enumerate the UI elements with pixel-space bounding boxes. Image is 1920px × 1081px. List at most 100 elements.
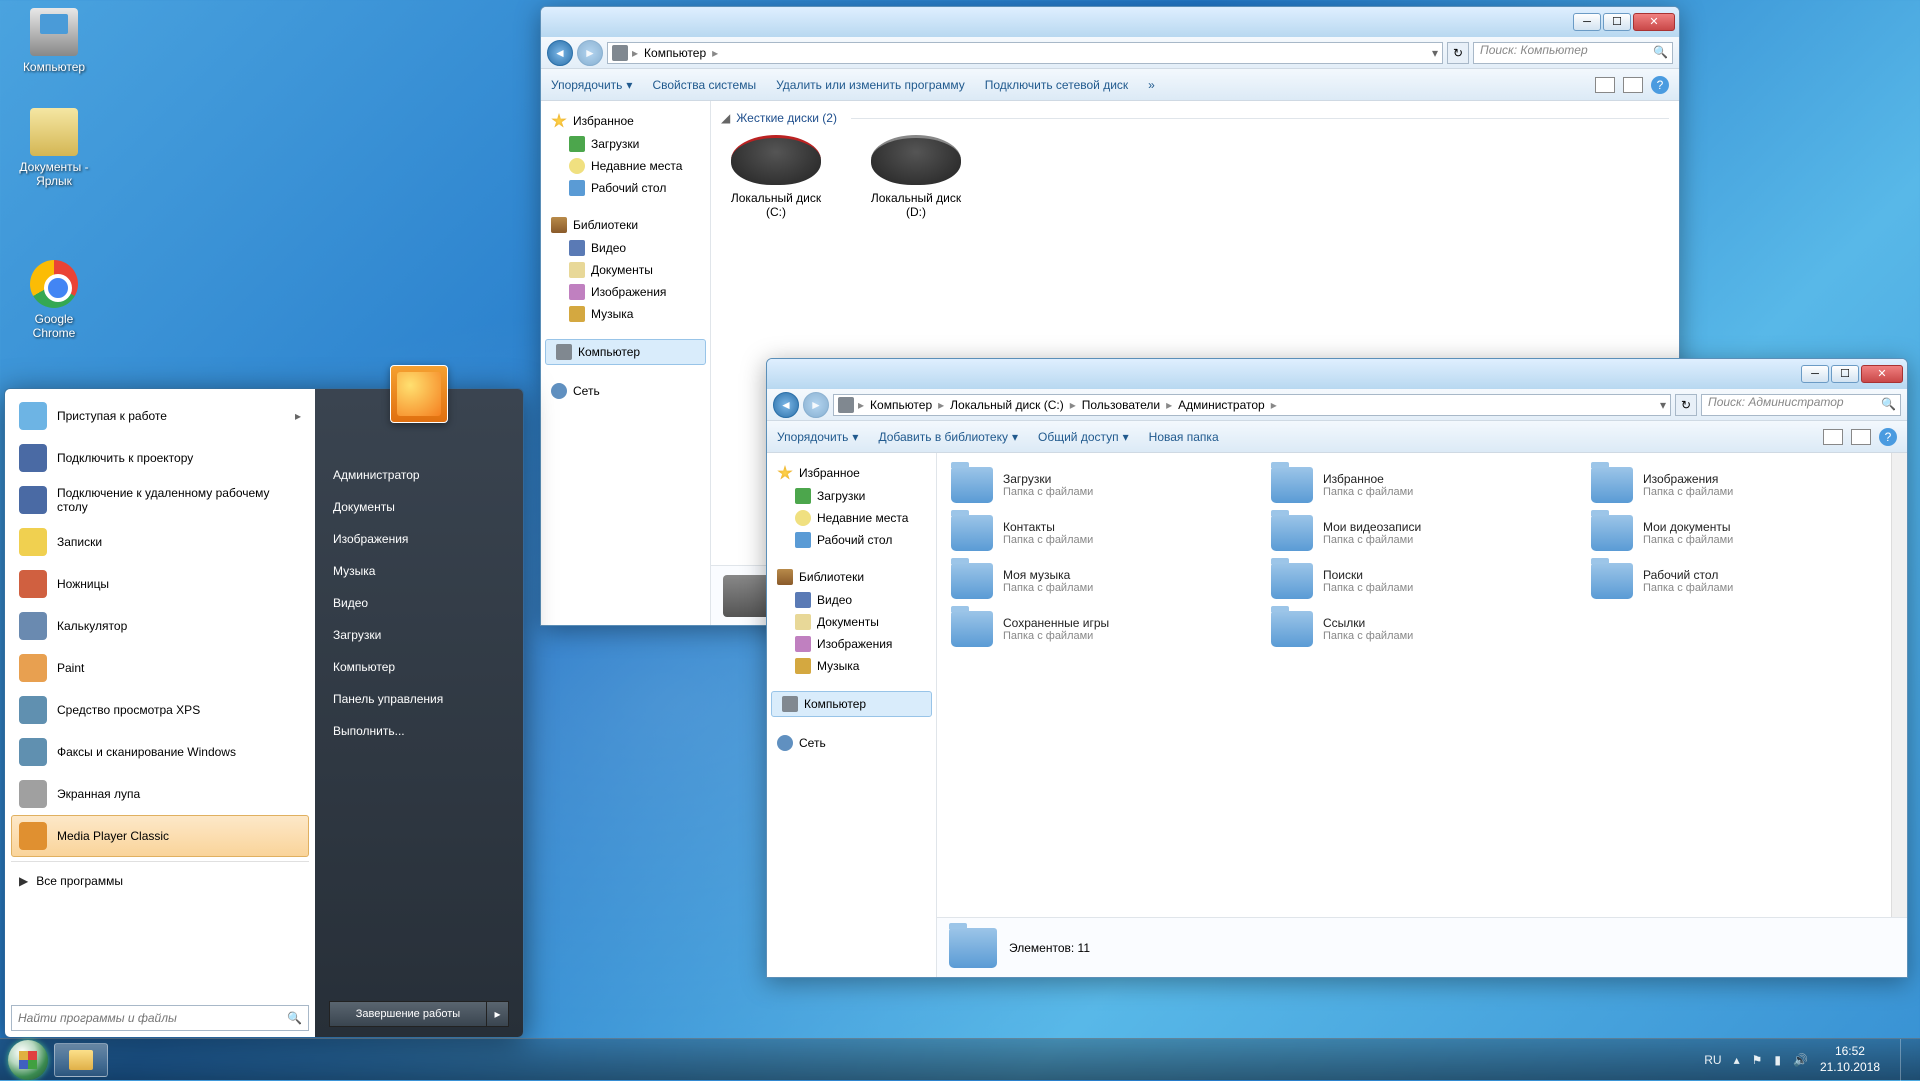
start-program[interactable]: Paint (11, 647, 309, 689)
sidebar-music[interactable]: Музыка (541, 303, 710, 325)
start-program[interactable]: Экранная лупа (11, 773, 309, 815)
map-drive-button[interactable]: Подключить сетевой диск (985, 78, 1128, 92)
folder-item[interactable]: Мои видеозаписиПапка с файлами (1267, 511, 1547, 555)
address-bar[interactable]: ▸ Компьютер▸ Локальный диск (C:)▸ Пользо… (833, 394, 1671, 416)
start-program[interactable]: Приступая к работе▸ (11, 395, 309, 437)
scrollbar[interactable] (1891, 453, 1907, 977)
sidebar-downloads[interactable]: Загрузки (767, 485, 936, 507)
show-hidden-icons[interactable]: ▴ (1734, 1053, 1740, 1067)
maximize-button[interactable]: ☐ (1831, 365, 1859, 383)
shutdown-options[interactable]: ▸ (487, 1001, 509, 1027)
drive-c[interactable]: Локальный диск (C:) (721, 135, 831, 219)
sidebar-images[interactable]: Изображения (541, 281, 710, 303)
folder-item[interactable]: ПоискиПапка с файлами (1267, 559, 1547, 603)
sidebar-computer[interactable]: Компьютер (545, 339, 706, 365)
start-program[interactable]: Подключить к проектору (11, 437, 309, 479)
show-desktop-button[interactable] (1900, 1039, 1912, 1081)
preview-pane-button[interactable] (1623, 77, 1643, 93)
sidebar-libraries[interactable]: Библиотеки (767, 565, 936, 589)
desktop-icon-documents[interactable]: Документы - Ярлык (16, 108, 92, 188)
titlebar[interactable]: ─ ☐ ✕ (767, 359, 1907, 389)
content-area[interactable]: ЗагрузкиПапка с файлами ИзбранноеПапка с … (937, 453, 1907, 977)
nav-back-button[interactable]: ◄ (547, 40, 573, 66)
sidebar-recent[interactable]: Недавние места (541, 155, 710, 177)
start-right-link[interactable]: Администратор (329, 459, 509, 491)
start-button[interactable] (8, 1040, 48, 1080)
folder-item[interactable]: Моя музыкаПапка с файлами (947, 559, 1227, 603)
addr-dropdown[interactable]: ▾ (1432, 46, 1438, 60)
user-avatar[interactable] (390, 365, 448, 423)
shutdown-button[interactable]: Завершение работы (329, 1001, 487, 1027)
sidebar-favorites[interactable]: Избранное (767, 461, 936, 485)
add-library-button[interactable]: Добавить в библиотеку ▾ (878, 430, 1018, 444)
help-button[interactable]: ? (1879, 428, 1897, 446)
start-program[interactable]: Калькулятор (11, 605, 309, 647)
language-indicator[interactable]: RU (1704, 1053, 1721, 1067)
folder-item[interactable]: СсылкиПапка с файлами (1267, 607, 1547, 651)
close-button[interactable]: ✕ (1633, 13, 1675, 31)
all-programs[interactable]: ▶Все программы (11, 866, 309, 896)
sidebar-computer[interactable]: Компьютер (771, 691, 932, 717)
start-search[interactable]: 🔍 (11, 1005, 309, 1031)
start-right-link[interactable]: Компьютер (329, 651, 509, 683)
network-icon[interactable]: ▮ (1774, 1053, 1781, 1067)
close-button[interactable]: ✕ (1861, 365, 1903, 383)
uninstall-button[interactable]: Удалить или изменить программу (776, 78, 965, 92)
folder-item[interactable]: КонтактыПапка с файлами (947, 511, 1227, 555)
sidebar-music[interactable]: Музыка (767, 655, 936, 677)
flag-icon[interactable]: ⚑ (1752, 1053, 1763, 1067)
folder-item[interactable]: Сохраненные игрыПапка с файлами (947, 607, 1227, 651)
sidebar-libraries[interactable]: Библиотеки (541, 213, 710, 237)
refresh-button[interactable]: ↻ (1675, 394, 1697, 416)
minimize-button[interactable]: ─ (1573, 13, 1601, 31)
sidebar-desktop[interactable]: Рабочий стол (541, 177, 710, 199)
start-right-link[interactable]: Музыка (329, 555, 509, 587)
folder-item[interactable]: ИзображенияПапка с файлами (1587, 463, 1867, 507)
sidebar-documents[interactable]: Документы (767, 611, 936, 633)
addr-dropdown[interactable]: ▾ (1660, 398, 1666, 412)
folder-item[interactable]: Мои документыПапка с файлами (1587, 511, 1867, 555)
folder-item[interactable]: Рабочий столПапка с файлами (1587, 559, 1867, 603)
folder-item[interactable]: ИзбранноеПапка с файлами (1267, 463, 1547, 507)
nav-forward-button[interactable]: ► (803, 392, 829, 418)
help-button[interactable]: ? (1651, 76, 1669, 94)
share-button[interactable]: Общий доступ ▾ (1038, 430, 1129, 444)
breadcrumb[interactable]: Компьютер (868, 398, 934, 412)
maximize-button[interactable]: ☐ (1603, 13, 1631, 31)
breadcrumb[interactable]: Локальный диск (C:) (948, 398, 1066, 412)
start-program[interactable]: Ножницы (11, 563, 309, 605)
start-right-link[interactable]: Загрузки (329, 619, 509, 651)
clock[interactable]: 16:52 21.10.2018 (1820, 1044, 1880, 1075)
section-header[interactable]: ◢Жесткие диски (2) (721, 111, 1669, 125)
nav-forward-button[interactable]: ► (577, 40, 603, 66)
view-button[interactable] (1823, 429, 1843, 445)
sidebar-recent[interactable]: Недавние места (767, 507, 936, 529)
sidebar-favorites[interactable]: Избранное (541, 109, 710, 133)
start-program[interactable]: Media Player Classic (11, 815, 309, 857)
preview-pane-button[interactable] (1851, 429, 1871, 445)
start-right-link[interactable]: Изображения (329, 523, 509, 555)
start-right-link[interactable]: Выполнить... (329, 715, 509, 747)
sidebar-network[interactable]: Сеть (767, 731, 936, 755)
drive-d[interactable]: Локальный диск (D:) (861, 135, 971, 219)
refresh-button[interactable]: ↻ (1447, 42, 1469, 64)
start-program[interactable]: Средство просмотра XPS (11, 689, 309, 731)
new-folder-button[interactable]: Новая папка (1149, 430, 1219, 444)
desktop-icon-computer[interactable]: Компьютер (16, 8, 92, 74)
start-program[interactable]: Подключение к удаленному рабочему столу (11, 479, 309, 521)
sidebar-images[interactable]: Изображения (767, 633, 936, 655)
sidebar-desktop[interactable]: Рабочий стол (767, 529, 936, 551)
start-program[interactable]: Факсы и сканирование Windows (11, 731, 309, 773)
breadcrumb[interactable]: Администратор (1176, 398, 1267, 412)
view-button[interactable] (1595, 77, 1615, 93)
desktop-icon-chrome[interactable]: Google Chrome (16, 260, 92, 340)
search-input[interactable]: Поиск: Администратор🔍 (1701, 394, 1901, 416)
organize-button[interactable]: Упорядочить ▾ (777, 430, 858, 444)
start-right-link[interactable]: Документы (329, 491, 509, 523)
system-props-button[interactable]: Свойства системы (652, 78, 756, 92)
taskbar-explorer[interactable] (54, 1043, 108, 1077)
address-bar[interactable]: ▸ Компьютер ▸ ▾ (607, 42, 1443, 64)
sidebar-downloads[interactable]: Загрузки (541, 133, 710, 155)
sidebar-network[interactable]: Сеть (541, 379, 710, 403)
folder-item[interactable]: ЗагрузкиПапка с файлами (947, 463, 1227, 507)
